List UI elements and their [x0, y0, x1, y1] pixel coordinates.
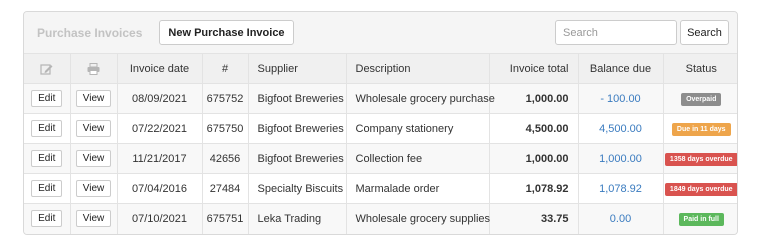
- print-column-header: [70, 53, 118, 84]
- print-icon: [87, 62, 100, 75]
- supplier: Specialty Biscuits: [248, 173, 347, 204]
- invoice-total: 1,078.92: [489, 173, 579, 204]
- description: Marmalade order: [346, 173, 490, 204]
- new-purchase-invoice-button[interactable]: New Purchase Invoice: [159, 20, 294, 45]
- table-row: Edit View 07/10/2021 675751 Leka Trading…: [24, 203, 737, 234]
- invoice-date: 11/21/2017: [117, 143, 203, 174]
- supplier: Bigfoot Breweries: [248, 113, 347, 144]
- view-button[interactable]: View: [75, 90, 112, 107]
- balance-due-link[interactable]: - 100.00: [578, 83, 664, 114]
- edit-button[interactable]: Edit: [31, 120, 63, 137]
- invoice-date: 08/09/2021: [117, 83, 203, 114]
- invoice-date: 07/22/2021: [117, 113, 203, 144]
- status-badge: 1358 days overdue: [664, 152, 737, 166]
- supplier-header: Supplier: [248, 53, 347, 84]
- edit-icon: [40, 63, 53, 75]
- table-row: Edit View 07/22/2021 675750 Bigfoot Brew…: [24, 113, 737, 144]
- invoice-total: 1,000.00: [489, 143, 579, 174]
- number-header: #: [202, 53, 249, 84]
- balance-due-link[interactable]: 4,500.00: [578, 113, 664, 144]
- search-input[interactable]: [555, 20, 677, 45]
- invoice-total-header: Invoice total: [489, 53, 579, 84]
- toolbar: Purchase Invoices New Purchase Invoice S…: [24, 12, 737, 53]
- panel-title: Purchase Invoices: [37, 25, 143, 40]
- view-button[interactable]: View: [75, 120, 112, 137]
- balance-due-link[interactable]: 1,000.00: [578, 143, 664, 174]
- edit-button[interactable]: Edit: [31, 180, 63, 197]
- description: Collection fee: [346, 143, 490, 174]
- invoice-date: 07/04/2016: [117, 173, 203, 204]
- invoice-number: 27484: [202, 173, 249, 204]
- invoice-date-header: Invoice date: [117, 53, 203, 84]
- view-button[interactable]: View: [75, 150, 112, 167]
- status-badge: 1849 days overdue: [664, 182, 737, 196]
- description: Wholesale grocery supplies: [346, 203, 490, 234]
- status-header: Status: [663, 53, 737, 84]
- invoice-number: 675750: [202, 113, 249, 144]
- edit-button[interactable]: Edit: [31, 90, 63, 107]
- invoice-date: 07/10/2021: [117, 203, 203, 234]
- invoice-total: 1,000.00: [489, 83, 579, 114]
- balance-due-header: Balance due: [578, 53, 664, 84]
- status-badge: Due in 11 days: [671, 122, 731, 136]
- supplier: Bigfoot Breweries: [248, 143, 347, 174]
- search-button[interactable]: Search: [680, 20, 729, 45]
- invoices-table: Invoice date # Supplier Description Invo…: [24, 53, 737, 234]
- edit-button[interactable]: Edit: [31, 210, 63, 228]
- table-header-row: Invoice date # Supplier Description Invo…: [24, 53, 737, 84]
- supplier: Bigfoot Breweries: [248, 83, 347, 114]
- description-header: Description: [346, 53, 490, 84]
- status-badge: Overpaid: [681, 92, 722, 106]
- invoice-number: 675751: [202, 203, 249, 234]
- view-button[interactable]: View: [75, 180, 112, 197]
- invoice-total: 4,500.00: [489, 113, 579, 144]
- description: Wholesale grocery purchase: [346, 83, 495, 114]
- table-row: Edit View 07/04/2016 27484 Specialty Bis…: [24, 173, 737, 204]
- status-badge: Paid in full: [678, 212, 724, 226]
- edit-button[interactable]: Edit: [31, 150, 63, 167]
- description: Company stationery: [346, 113, 490, 144]
- invoice-number: 675752: [202, 83, 249, 114]
- balance-due-link[interactable]: 1,078.92: [578, 173, 664, 204]
- purchase-invoices-panel: Purchase Invoices New Purchase Invoice S…: [23, 11, 738, 235]
- view-button[interactable]: View: [75, 210, 112, 228]
- invoice-total: 33.75: [489, 203, 579, 234]
- table-row: Edit View 08/09/2021 675752 Bigfoot Brew…: [24, 83, 737, 114]
- edit-column-header: [24, 53, 71, 84]
- balance-due-link[interactable]: 0.00: [578, 203, 664, 234]
- supplier: Leka Trading: [248, 203, 347, 234]
- table-row: Edit View 11/21/2017 42656 Bigfoot Brewe…: [24, 143, 737, 174]
- invoice-number: 42656: [202, 143, 249, 174]
